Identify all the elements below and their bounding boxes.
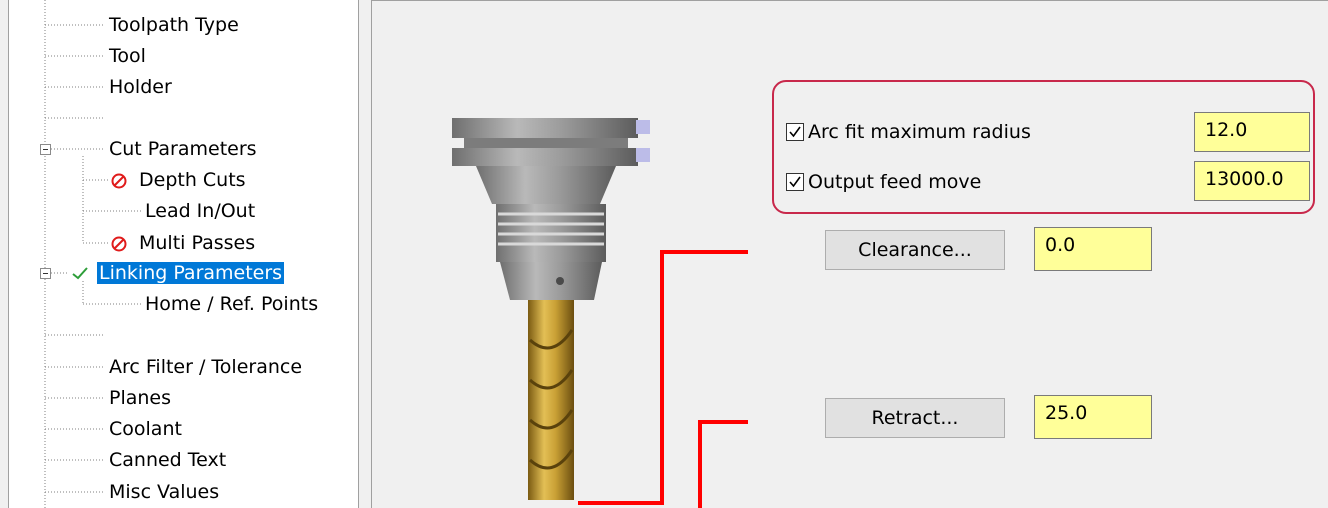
splitter[interactable] (359, 0, 371, 508)
tree-item-label: Toolpath Type (109, 14, 239, 36)
tree-item-lead-in-out[interactable]: Lead In/Out (143, 198, 257, 224)
tree-item-canned-text[interactable]: Canned Text (107, 447, 228, 473)
tree-item-label: Canned Text (109, 449, 227, 471)
retract-button[interactable]: Retract... (825, 398, 1005, 438)
tree-item-label: Coolant (109, 418, 182, 440)
tree-item-label: Depth Cuts (139, 169, 246, 191)
checkbox-box[interactable] (786, 173, 804, 191)
tree-item-coolant[interactable]: Coolant (107, 416, 184, 442)
tree-item-planes[interactable]: Planes (107, 385, 173, 411)
checkmark-icon (789, 176, 801, 188)
arc-fit-checkbox[interactable]: Arc fit maximum radius (786, 119, 1031, 145)
tree-item-cut-parameters[interactable]: Cut Parameters (107, 136, 259, 162)
arc-fit-label: Arc fit maximum radius (808, 121, 1031, 143)
tree-item-depth-cuts[interactable]: Depth Cuts (111, 167, 248, 193)
disabled-icon (111, 236, 127, 252)
tree-panel[interactable]: Toolpath Type Tool Holder Cut Parameters… (8, 0, 359, 508)
tree-item-label: Planes (109, 387, 172, 409)
tree-item-label: Cut Parameters (109, 138, 257, 160)
retract-input[interactable]: 25.0 (1034, 395, 1152, 439)
tree-item-label: Home / Ref. Points (145, 293, 319, 315)
checkmark-icon (789, 126, 801, 138)
tree-item-label: Linking Parameters (97, 262, 285, 284)
output-feed-input[interactable]: 13000.0 (1194, 161, 1310, 201)
arc-fit-radius-input[interactable]: 12.0 (1194, 112, 1310, 152)
tree-item-linking-parameters[interactable]: Linking Parameters (71, 260, 285, 286)
tree-item-label: Lead In/Out (145, 200, 256, 222)
clearance-button[interactable]: Clearance... (825, 230, 1005, 270)
tree-item-label: Multi Passes (139, 232, 256, 254)
tree-item-label: Arc Filter / Tolerance (109, 356, 303, 378)
output-feed-checkbox[interactable]: Output feed move (786, 169, 981, 195)
tree-item-toolpath-type[interactable]: Toolpath Type (107, 12, 241, 38)
tree-item-label: Misc Values (109, 481, 220, 503)
collapse-cut-parameters-icon[interactable] (40, 144, 51, 155)
tree-item-home-ref-points[interactable]: Home / Ref. Points (143, 291, 320, 317)
checkbox-box[interactable] (786, 123, 804, 141)
tree-item-label: Holder (109, 76, 172, 98)
check-icon (72, 267, 88, 280)
tree-item-label: Tool (109, 45, 146, 67)
clearance-input[interactable]: 0.0 (1034, 227, 1152, 271)
disabled-icon (111, 173, 127, 189)
tree-item-holder[interactable]: Holder (107, 74, 174, 100)
collapse-linking-parameters-icon[interactable] (40, 268, 51, 279)
tree-item-multi-passes[interactable]: Multi Passes (111, 230, 257, 256)
tree-item-tool[interactable]: Tool (107, 43, 148, 69)
tree-item-arc-filter-tolerance[interactable]: Arc Filter / Tolerance (107, 354, 304, 380)
output-feed-label: Output feed move (808, 171, 982, 193)
tree-item-misc-values[interactable]: Misc Values (107, 479, 221, 505)
